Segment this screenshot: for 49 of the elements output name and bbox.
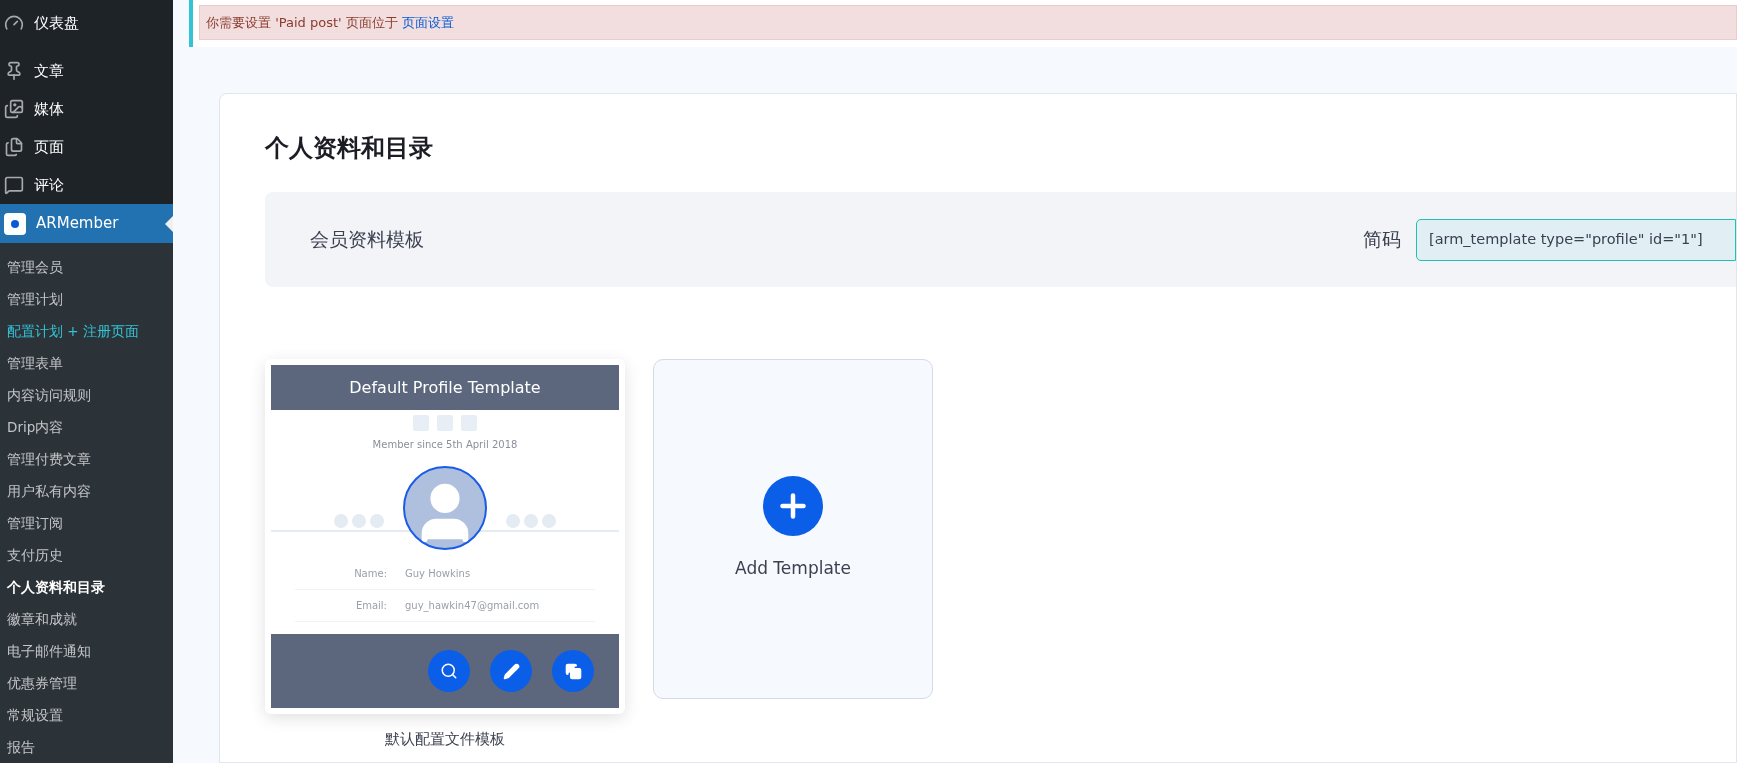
field-label: Email: [354,599,388,613]
menu-item[interactable]: 文章 [34,59,64,83]
pencil-icon [502,662,520,680]
submenu-item[interactable]: 常规设置 [7,704,63,726]
submenu-item[interactable]: 管理会员 [7,256,63,278]
field-value: Guy Howkins [405,567,471,581]
submenu-item[interactable]: 个人资料和目录 [7,576,105,598]
speech-bubble-icon [4,175,24,195]
submenu-item[interactable]: 用户私有内容 [7,480,91,502]
gauge-icon [4,13,24,33]
edit-button[interactable] [490,650,532,692]
submenu-item[interactable]: 优惠券管理 [7,672,77,694]
submenu-item[interactable]: 电子邮件通知 [7,640,91,662]
menu-item-active[interactable]: ARMember [0,204,173,243]
copy-icon [564,662,582,680]
pages-icon [4,137,24,157]
search-icon [440,662,458,680]
submenu-item[interactable]: 管理付费文章 [7,448,91,470]
field-value: guy_hawkin47@gmail.com [405,599,540,613]
submenu-item[interactable]: 管理表单 [7,352,63,374]
field-label: Name: [353,567,388,581]
submenu-item[interactable]: Drip内容 [7,416,64,438]
page-settings-link[interactable]: 页面设置 [401,14,454,30]
shortcode-label: 简码 [1363,227,1401,253]
section-label: 会员资料模板 [310,227,424,253]
shortcode-field[interactable]: [arm_template type="profile" id="1"] [1416,218,1736,261]
current-pointer-icon [165,216,173,232]
submenu-item[interactable]: 管理订阅 [7,512,63,534]
add-template-card[interactable]: Add Template [653,359,933,699]
menu-item[interactable]: 页面 [34,135,64,159]
submenu-item[interactable]: 配置计划 + 注册页面 [7,320,139,342]
images-icon [4,99,24,119]
submenu-item[interactable]: 徽章和成就 [7,608,77,630]
plugin-logo-icon [4,212,26,235]
notice-text: 你需要设置 'Paid post' 页面位于 页面设置 [206,13,454,32]
menu-item[interactable]: 媒体 [34,97,64,121]
submenu-item[interactable]: 管理计划 [7,288,63,310]
menu-item[interactable]: 仪表盘 [34,11,79,35]
submenu-item[interactable]: 报告 [7,736,35,758]
page-title: 个人资料和目录 [265,133,434,164]
template-title: Default Profile Template [349,376,541,399]
copy-button[interactable] [552,650,594,692]
search-button[interactable] [428,650,470,692]
template-caption: 默认配置文件模板 [385,729,505,750]
submenu-item[interactable]: 支付历史 [7,544,63,566]
member-since-text: Member since 5th April 2018 [372,438,518,452]
pin-icon [4,61,24,81]
submenu-item[interactable]: 内容访问规则 [7,384,91,406]
menu-item[interactable]: 评论 [34,173,64,197]
